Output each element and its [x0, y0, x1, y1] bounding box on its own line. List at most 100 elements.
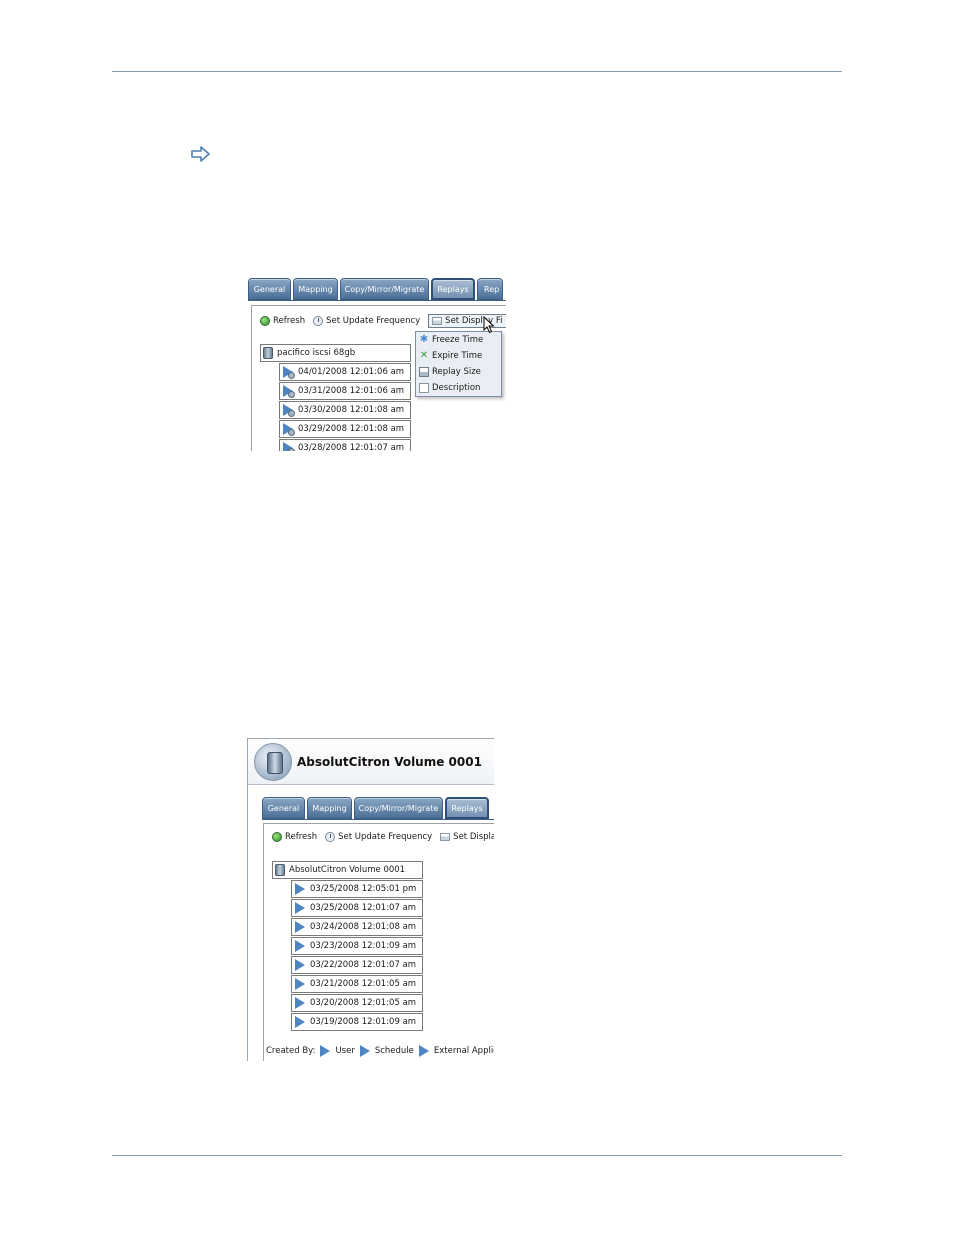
replay-icon [294, 940, 306, 952]
menu-item-replay-size[interactable]: Replay Size [416, 364, 501, 380]
replay-row[interactable]: 03/21/2008 12:01:05 am [291, 975, 423, 993]
refresh-button[interactable]: Refresh [272, 832, 317, 842]
disk-icon [419, 367, 429, 377]
replay-timestamp: 03/19/2008 12:01:09 am [310, 1017, 417, 1027]
refresh-label: Refresh [285, 832, 318, 842]
replay-timestamp: 03/31/2008 12:01:06 am [298, 386, 405, 396]
menu-item-expire-time[interactable]: ✕ Expire Time [416, 348, 501, 364]
set-update-frequency-button[interactable]: Set Update Frequency [325, 832, 432, 842]
replay-row[interactable]: 03/25/2008 12:05:01 pm [291, 880, 423, 898]
user-replay-icon [282, 442, 295, 451]
volume-icon [275, 864, 285, 876]
volume-title: AbsolutCitron Volume 0001 [297, 755, 482, 769]
update-frequency-label: Set Update Frequency [326, 316, 421, 326]
schedule-replay-icon [359, 1045, 371, 1057]
replay-timestamp: 04/01/2008 12:01:06 am [298, 367, 405, 377]
replay-row[interactable]: 03/24/2008 12:01:08 am [291, 918, 423, 936]
display-fields-label: Set Display F [453, 832, 494, 842]
legend-item-external-application: External Application [433, 1046, 494, 1056]
toolbar: Refresh Set Update Frequency Set Display… [272, 832, 494, 842]
user-replay-icon [282, 385, 295, 398]
volume-tree-root[interactable]: pacifico iscsi 68gb [260, 344, 411, 362]
replay-row[interactable]: 03/28/2008 12:01:07 am [279, 439, 411, 451]
legend-item-user: User [335, 1046, 355, 1056]
replay-timestamp: 03/28/2008 12:01:07 am [298, 443, 405, 451]
replay-icon [294, 921, 306, 933]
volume-name: pacifico iscsi 68gb [277, 348, 356, 358]
menu-item-label: Replay Size [432, 367, 481, 377]
display-fields-icon [440, 833, 451, 841]
volume-name: AbsolutCitron Volume 0001 [289, 865, 406, 875]
volume-tree-root[interactable]: AbsolutCitron Volume 0001 [272, 861, 423, 879]
replay-row[interactable]: 03/31/2008 12:01:06 am [279, 382, 411, 400]
tab-replays[interactable]: Replays [431, 278, 475, 300]
tab-underline [248, 300, 506, 301]
user-replay-icon [282, 423, 295, 436]
tab-underline [262, 819, 494, 820]
replay-row[interactable]: 03/25/2008 12:01:07 am [291, 899, 423, 917]
tab-copy-mirror-migrate[interactable]: Copy/Mirror/Migrate [340, 278, 429, 300]
set-display-fields-button[interactable]: Set Display F [440, 832, 494, 842]
replay-timestamp: 03/24/2008 12:01:08 am [310, 922, 417, 932]
tab-bar: General Mapping Copy/Mirror/Migrate Repl… [248, 278, 503, 300]
footer-rule [112, 1155, 842, 1156]
mouse-cursor-icon [483, 316, 495, 334]
legend-item-schedule: Schedule [374, 1046, 414, 1056]
replay-timestamp: 03/21/2008 12:01:05 am [310, 979, 417, 989]
replay-timestamp: 03/22/2008 12:01:07 am [310, 960, 417, 970]
created-by-legend: Created By: User Schedule External Appli… [266, 1045, 494, 1057]
replay-icon [294, 883, 306, 895]
menu-item-label: Description [432, 383, 481, 393]
replay-timestamp: 03/23/2008 12:01:09 am [310, 941, 417, 951]
clock-icon [313, 316, 324, 326]
update-frequency-label: Set Update Frequency [338, 832, 433, 842]
replay-row[interactable]: 04/01/2008 12:01:06 am [279, 363, 411, 381]
volume-replays-screenshot: AbsolutCitron Volume 0001 General Mappin… [247, 738, 494, 1061]
refresh-button[interactable]: Refresh [260, 316, 305, 326]
refresh-icon [260, 316, 270, 326]
replay-timestamp: 03/20/2008 12:01:05 am [310, 998, 417, 1008]
header-rule [112, 71, 842, 72]
menu-item-label: Expire Time [432, 351, 483, 361]
replay-row[interactable]: 03/23/2008 12:01:09 am [291, 937, 423, 955]
replay-row[interactable]: 03/30/2008 12:01:08 am [279, 401, 411, 419]
menu-item-description[interactable]: Description [416, 380, 501, 396]
replays-panel: Refresh Set Update Frequency Set Display… [263, 823, 494, 1061]
tab-general[interactable]: General [248, 278, 291, 300]
tab-copy-mirror-migrate[interactable]: Copy/Mirror/Migrate [354, 797, 443, 819]
replay-row[interactable]: 03/19/2008 12:01:09 am [291, 1013, 423, 1031]
replay-icon [294, 1016, 306, 1028]
tab-mapping[interactable]: Mapping [293, 278, 338, 300]
volume-large-icon [254, 743, 292, 781]
user-replay-icon [282, 404, 295, 417]
tab-rep-truncated[interactable]: Rep [477, 278, 503, 300]
replay-icon [294, 997, 306, 1009]
clock-icon [325, 832, 336, 842]
replays-menu-screenshot: General Mapping Copy/Mirror/Migrate Repl… [248, 276, 506, 451]
note-arrow-icon [191, 146, 210, 162]
tab-replays[interactable]: Replays [445, 797, 489, 819]
menu-item-freeze-time[interactable]: ✱ Freeze Time [416, 332, 501, 348]
replay-timestamp: 03/25/2008 12:01:07 am [310, 903, 417, 913]
legend-label: Created By: [266, 1046, 316, 1056]
set-update-frequency-button[interactable]: Set Update Frequency [313, 316, 420, 326]
user-replay-icon [282, 366, 295, 379]
user-replay-icon [319, 1045, 331, 1057]
display-fields-menu: ✱ Freeze Time ✕ Expire Time Replay Size … [415, 331, 502, 397]
toolbar: Refresh Set Update Frequency Set Display… [260, 314, 506, 328]
display-fields-icon [432, 317, 443, 325]
refresh-label: Refresh [273, 316, 306, 326]
tab-mapping[interactable]: Mapping [307, 797, 352, 819]
replay-timestamp: 03/25/2008 12:05:01 pm [310, 884, 417, 894]
menu-item-label: Freeze Time [432, 335, 484, 345]
volume-header: AbsolutCitron Volume 0001 [248, 739, 494, 785]
tab-general[interactable]: General [262, 797, 305, 819]
replay-row[interactable]: 03/29/2008 12:01:08 am [279, 420, 411, 438]
replay-icon [294, 959, 306, 971]
replay-timestamp: 03/30/2008 12:01:08 am [298, 405, 405, 415]
description-icon [419, 383, 429, 393]
replay-row[interactable]: 03/22/2008 12:01:07 am [291, 956, 423, 974]
replay-row[interactable]: 03/20/2008 12:01:05 am [291, 994, 423, 1012]
replay-icon [294, 902, 306, 914]
refresh-icon [272, 832, 282, 842]
